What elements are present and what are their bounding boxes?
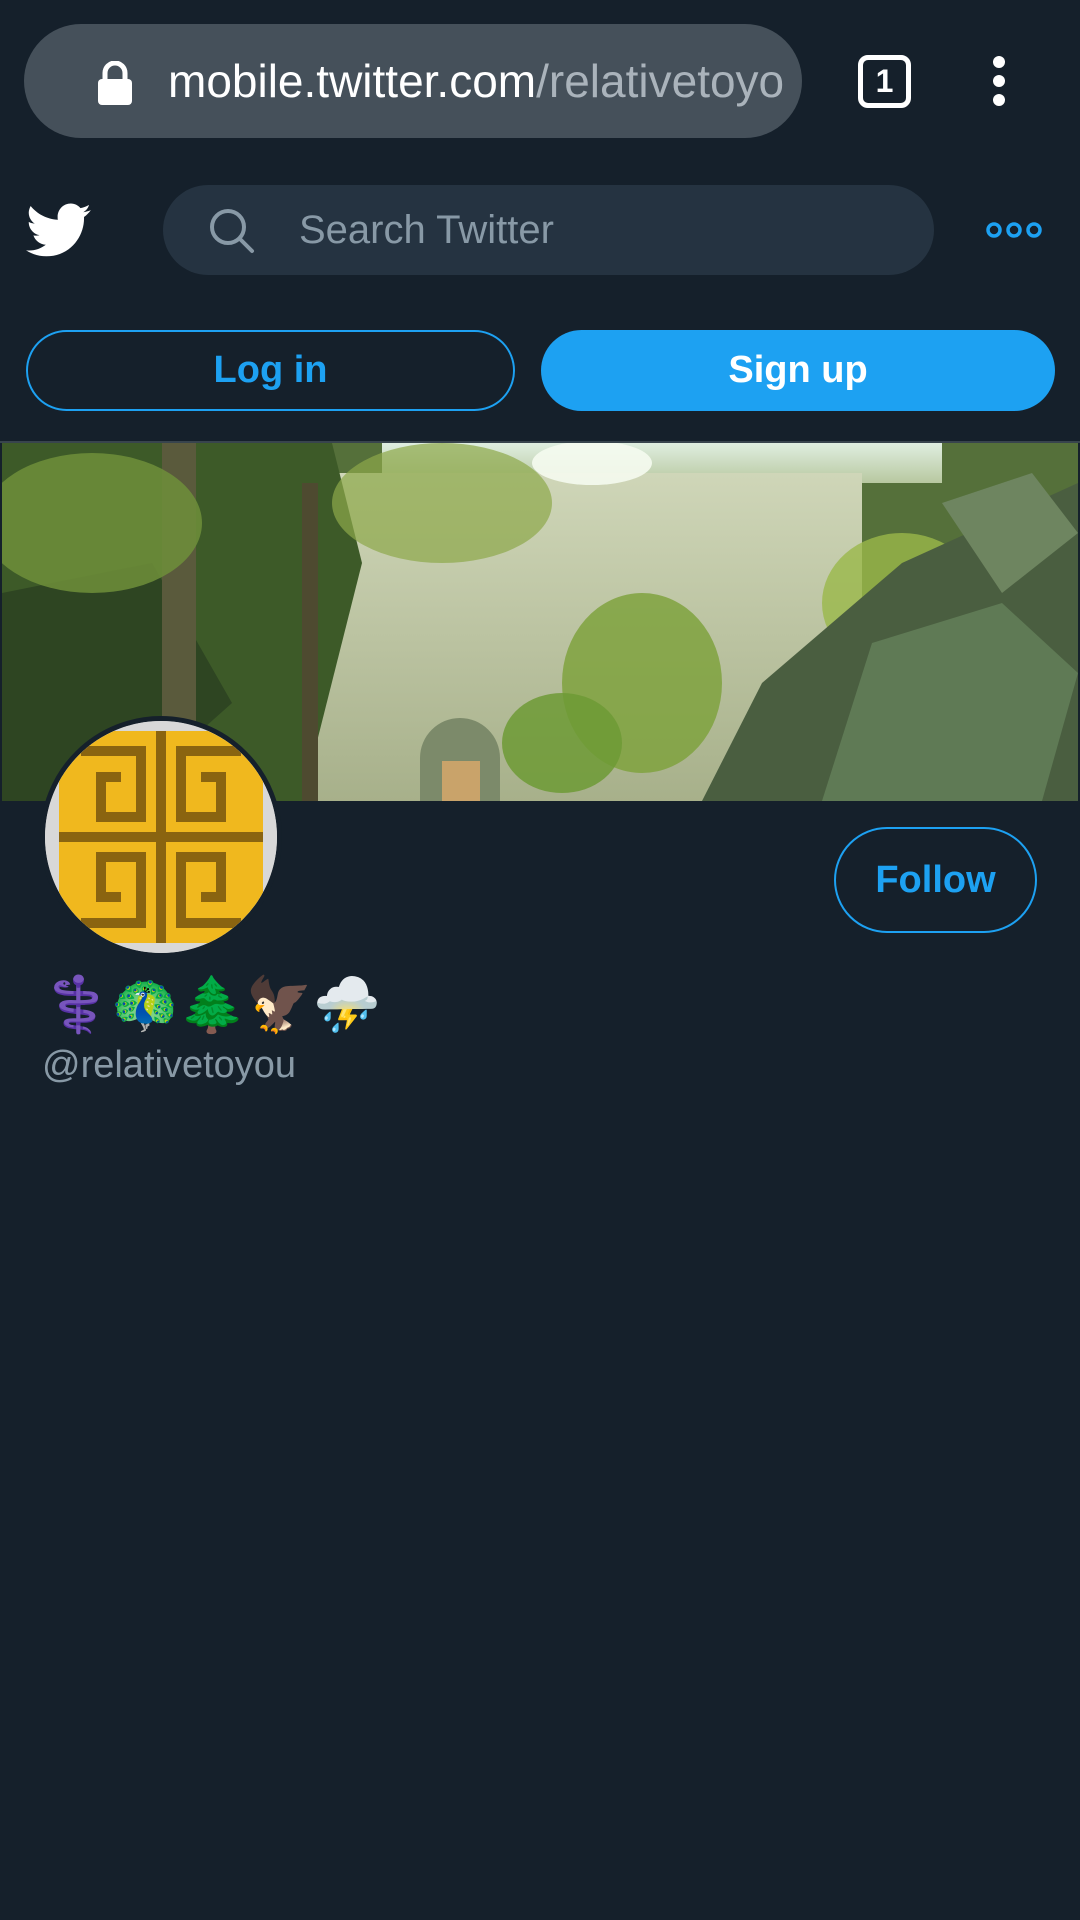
search-box[interactable] — [163, 185, 934, 275]
user-handle: @relativetoyou — [42, 1044, 297, 1086]
auth-buttons: Log in Sign up — [0, 330, 1080, 412]
lock-icon — [98, 61, 132, 105]
twitter-header — [0, 162, 1080, 302]
url-host: mobile.twitter.com — [168, 55, 537, 107]
sign-up-button[interactable]: Sign up — [541, 330, 1055, 411]
url-text: mobile.twitter.com/relativetoyo — [168, 24, 798, 138]
tab-count: 1 — [875, 63, 894, 99]
follow-button[interactable]: Follow — [834, 827, 1037, 933]
twitter-logo-icon[interactable] — [26, 202, 92, 260]
avatar[interactable] — [40, 716, 282, 958]
search-input[interactable] — [299, 185, 899, 275]
display-name: ⚕️🦚🌲🦅⛈️ — [44, 973, 381, 1036]
log-in-button[interactable]: Log in — [26, 330, 515, 411]
more-options-icon[interactable] — [986, 220, 1042, 240]
avatar-image — [45, 721, 277, 953]
url-path: /relativetoyo — [536, 55, 785, 107]
address-bar[interactable]: mobile.twitter.com/relativetoyo — [24, 24, 802, 138]
tab-switcher-button[interactable]: 1 — [858, 55, 911, 108]
search-icon — [210, 209, 254, 253]
kebab-menu-icon[interactable] — [986, 56, 1012, 106]
browser-toolbar: mobile.twitter.com/relativetoyo 1 — [0, 0, 1080, 162]
